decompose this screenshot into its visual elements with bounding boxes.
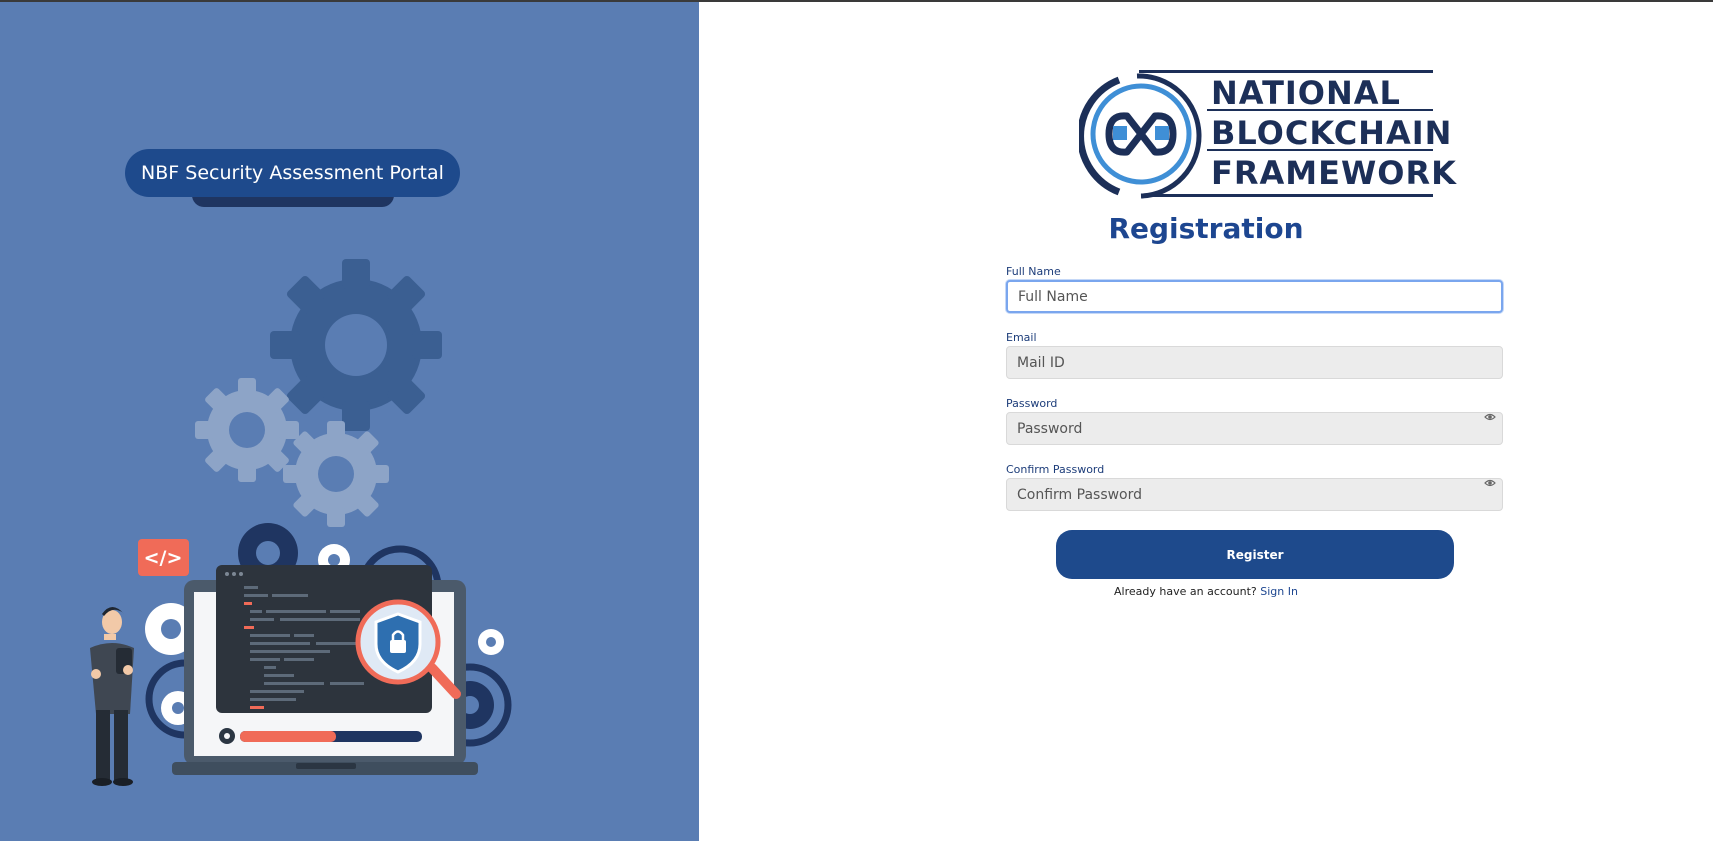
blockchain-logo-icon [1079, 73, 1202, 199]
logo-line-framework: FRAMEWORK [1211, 154, 1457, 192]
logo-divider [1207, 109, 1433, 111]
email-label: Email [1006, 331, 1037, 344]
person-icon [90, 607, 134, 786]
gear-icon [195, 378, 299, 482]
confirm-password-input[interactable] [1006, 478, 1503, 511]
full-name-input[interactable] [1006, 280, 1503, 313]
eye-icon[interactable] [1484, 412, 1496, 422]
password-input[interactable] [1006, 412, 1503, 445]
logo-divider [1207, 149, 1433, 151]
confirm-password-label: Confirm Password [1006, 463, 1105, 476]
eye-icon[interactable] [1484, 478, 1496, 488]
signin-row: Already have an account? Sign In [699, 585, 1713, 598]
password-label: Password [1006, 397, 1058, 410]
shield-lock-icon [374, 612, 422, 674]
signin-link[interactable]: Sign In [1260, 585, 1298, 598]
registration-title: Registration [1108, 212, 1304, 245]
logo-line-national: NATIONAL [1211, 74, 1401, 112]
logo-line-blockchain: BLOCKCHAIN [1211, 114, 1453, 152]
logo-divider [1141, 194, 1433, 197]
full-name-label: Full Name [1006, 265, 1061, 278]
logo-divider [1139, 70, 1433, 73]
email-input[interactable] [1006, 346, 1503, 379]
code-tag-icon: </> [138, 539, 189, 576]
registration-panel: NATIONAL BLOCKCHAIN FRAMEWORK Registrati… [699, 2, 1713, 841]
illustration-panel: NBF Security Assessment Portal </> [0, 2, 699, 841]
signin-prompt: Already have an account? [1114, 585, 1257, 598]
register-button[interactable]: Register [1056, 530, 1454, 579]
nbf-logo: NATIONAL BLOCKCHAIN FRAMEWORK [1079, 70, 1456, 200]
security-illustration: </> [90, 259, 512, 786]
gear-icon [270, 259, 442, 431]
gear-icon [283, 421, 389, 527]
code-tag-text: </> [144, 547, 183, 569]
